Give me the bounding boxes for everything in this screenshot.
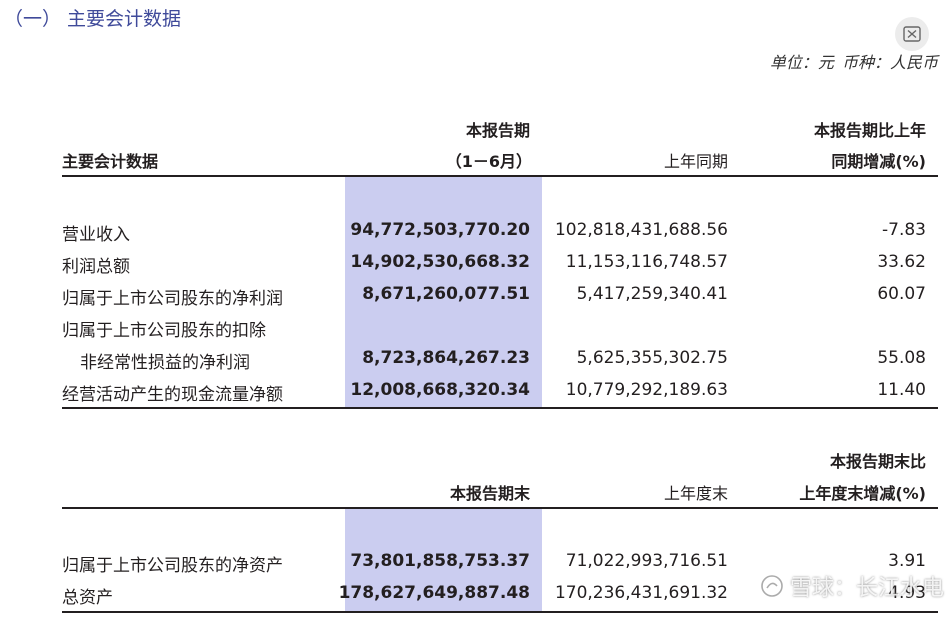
row-current: 73,801,858,753.37 (350, 551, 530, 571)
watermark-text: 雪球：长江水电 (789, 576, 944, 601)
row-label: 营业收入 (62, 225, 130, 245)
row-current: 14,902,530,668.32 (350, 252, 530, 272)
row-prior: 11,153,116,748.57 (565, 252, 728, 272)
row-prior: 5,417,259,340.41 (576, 284, 728, 304)
row-change: 60.07 (877, 284, 926, 304)
table2-top-rule (62, 507, 938, 509)
close-x-icon (903, 26, 921, 42)
col-header-prior: 上年度末 (663, 484, 728, 503)
row-current: 8,723,864,267.23 (362, 348, 530, 368)
row-change: 55.08 (877, 348, 926, 368)
row-prior: 71,022,993,716.51 (565, 551, 728, 571)
col-header-change-1: 本报告期末比 (829, 452, 926, 471)
col-header-prior: 上年同期 (663, 152, 728, 171)
row-prior: 102,818,431,688.56 (554, 220, 728, 240)
row-change: -7.83 (882, 220, 926, 240)
col-header-change-2: 同期增减(%) (831, 152, 926, 171)
table1-top-rule (62, 175, 938, 177)
row-label: 经营活动产生的现金流量净额 (62, 385, 283, 405)
row-change: 33.62 (877, 252, 926, 272)
row-label: 总资产 (62, 588, 113, 608)
row-current: 94,772,503,770.20 (350, 220, 530, 240)
row-change: 11.40 (877, 380, 926, 400)
row-prior: 170,236,431,691.32 (554, 583, 728, 603)
row-label: 利润总额 (62, 257, 130, 277)
units-note: 单位：元 币种：人民币 (769, 53, 938, 72)
snowball-logo-icon (761, 575, 783, 597)
row-current: 8,671,260,077.51 (362, 284, 530, 304)
row-prior: 10,779,292,189.63 (565, 380, 728, 400)
row-label: 归属于上市公司股东的净利润 (62, 289, 283, 309)
close-button[interactable] (895, 17, 929, 51)
col-header-change-1: 本报告期比上年 (813, 121, 926, 140)
section-title: （一） 主要会计数据 (4, 8, 182, 30)
col-header-change-2: 上年度末增减(%) (799, 484, 926, 503)
row-prior: 5,625,355,302.75 (576, 348, 728, 368)
row-current: 12,008,668,320.34 (350, 380, 530, 400)
row-current: 178,627,649,887.48 (338, 583, 530, 603)
table2-bottom-rule (62, 611, 938, 613)
row-label: 非经常性损益的净利润 (80, 353, 250, 373)
col-header-current-2: （1－6月） (445, 152, 532, 171)
row-change: 3.91 (888, 551, 926, 571)
row-label: 归属于上市公司股东的扣除 (62, 321, 266, 341)
col-header-current-1: 本报告期 (465, 121, 530, 140)
table1-bottom-rule (62, 407, 938, 409)
col-header-current: 本报告期末 (449, 484, 530, 503)
watermark: 雪球：长江水电 (760, 570, 944, 602)
col-header-label: 主要会计数据 (62, 152, 159, 171)
row-label: 归属于上市公司股东的净资产 (62, 556, 283, 576)
